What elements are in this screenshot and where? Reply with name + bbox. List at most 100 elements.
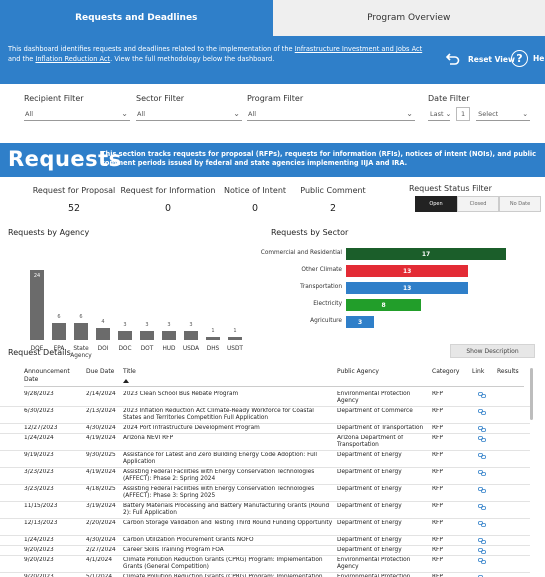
agency-bar-value: 24 [33,273,41,279]
kpi-noi: Notice of Intent 0 [222,186,288,214]
column-header-public-agency[interactable]: Public Agency [337,368,379,376]
agency-bar[interactable] [140,331,154,340]
column-header-results[interactable]: Results [497,368,519,376]
table-row[interactable]: 12/13/2023 2/20/2024 Carbon Storage Valida… [0,519,530,536]
agency-bar[interactable] [96,328,110,340]
title-cell: Assistance for Latest and Zero Building … [123,452,317,465]
sector-category-label: Commercial and Residential [260,250,342,256]
intro-text-part: This dashboard identifies requests and d… [8,45,295,53]
reset-view-button[interactable]: Reset View [444,50,515,68]
date-mode-select[interactable]: Last ⌄ [428,107,451,121]
status-no-date-button[interactable]: No Date [499,196,541,212]
date-unit-select[interactable]: Select ⌄ [476,107,531,121]
link-icon[interactable] [478,538,486,544]
table-row[interactable]: 3/23/2023 4/18/2025 Assisting Federal Faci… [0,485,530,502]
kpi-label: Request for Information [120,186,216,195]
agency-bar[interactable] [30,270,44,340]
tab-requests-and-deadlines[interactable]: Requests and Deadlines [0,0,273,36]
help-button[interactable]: ? Help [511,50,545,67]
agency-cell: Department of Energy [337,469,402,475]
recipient-filter-value: All [25,109,34,118]
sector-bar[interactable]: 13 [346,282,469,294]
link-icon[interactable] [478,453,486,459]
link-icon[interactable] [478,521,486,527]
date-mode-value: Last [430,109,444,118]
table-row[interactable]: 6/30/2023 2/13/2024 2023 Inflation Reducti… [0,407,530,424]
agency-bar[interactable] [118,331,132,340]
link-icon[interactable] [478,436,486,442]
table-row[interactable]: 9/20/2023 2/27/2024 Career Skills Training… [0,546,530,556]
table-row[interactable]: 1/24/2023 4/30/2024 Carbon Utilization Pro… [0,536,530,546]
request-details-title: Request Details [8,348,71,357]
link-icon[interactable] [478,504,486,510]
sector-bar[interactable]: 3 [346,316,375,328]
link-icon[interactable] [478,548,486,554]
sort-ascending-icon[interactable] [123,379,129,383]
agency-category-label: DOC [118,346,132,352]
table-row[interactable]: 11/15/2023 3/19/2024 Battery Materials Pro… [0,502,530,519]
table-row[interactable]: 1/24/2024 4/19/2024 Arizona NEVI RFP Arizon… [0,434,530,451]
requests-section-header: Requests This section tracks requests fo… [0,143,545,177]
table-scrollbar[interactable] [530,368,533,420]
table-row[interactable]: 12/27/2023 4/30/2024 2024 Port Infrastruct… [0,424,530,434]
show-description-button[interactable]: Show Description [450,344,535,358]
title-cell: Arizona NEVI RFP [123,435,173,441]
announcement-date-cell: 3/23/2023 [24,469,54,475]
status-open-button[interactable]: Open [415,196,457,212]
program-filter-select[interactable]: All ⌄ [247,107,415,121]
agency-category-label: State Agency [70,346,92,359]
category-cell: RFP [432,537,443,543]
tab-program-overview[interactable]: Program Overview [272,0,545,36]
recipient-filter-select[interactable]: All ⌄ [24,107,130,121]
ira-link[interactable]: Inflation Reduction Act [35,55,110,63]
sector-category-label: Electricity [313,301,342,307]
table-row[interactable]: 9/20/2023 4/1/2024 Climate Pollution Reduc… [0,556,530,573]
agency-category-label: DHS [206,346,220,352]
program-filter: Program Filter All ⌄ [247,94,415,121]
announcement-date-cell: 3/23/2023 [24,486,54,492]
column-header-title[interactable]: Title [123,368,136,376]
agency-bar[interactable] [52,322,66,340]
column-header-category[interactable]: Category [432,368,459,376]
agency-bar[interactable] [184,331,198,340]
agency-bar[interactable] [228,337,242,340]
link-icon[interactable] [478,470,486,476]
sector-bar[interactable]: 8 [346,299,422,311]
category-cell: RFP [432,391,443,397]
chevron-down-icon: ⌄ [121,109,128,118]
table-row[interactable]: 9/19/2023 9/30/2025 Assistance for Latest … [0,451,530,468]
table-row[interactable]: 3/23/2023 4/19/2024 Assisting Federal Faci… [0,468,530,485]
title-cell: Carbon Storage Validation and Testing Th… [123,520,333,526]
column-header-due-date[interactable]: Due Date [86,368,114,376]
link-icon[interactable] [478,426,486,432]
agency-bar-value: 6 [79,313,83,320]
iija-link[interactable]: Infrastructure Investment and Jobs Act [295,45,422,53]
table-row[interactable]: 9/20/2023 5/1/2024 Climate Pollution Reduc… [0,573,530,577]
agency-bar-value: 3 [145,322,149,329]
sector-bar[interactable]: 13 [346,265,469,277]
column-header-link[interactable]: Link [472,368,484,376]
link-icon[interactable] [478,558,486,564]
date-number-input[interactable]: 1 [456,107,471,121]
recipient-filter: Recipient Filter All ⌄ [24,94,130,121]
link-icon[interactable] [478,392,486,398]
agency-chart-title: Requests by Agency [8,228,90,237]
sector-filter-select[interactable]: All ⌄ [136,107,242,121]
announcement-date-cell: 1/24/2023 [24,537,54,543]
link-icon[interactable] [478,409,486,415]
agency-bar[interactable] [206,337,220,340]
column-header-announcement-date[interactable]: Announcement Date [24,368,70,383]
due-date-cell: 4/30/2024 [86,425,116,431]
agency-cell: Department of Energy [337,520,402,526]
sector-bar[interactable]: 17 [346,248,506,260]
announcement-date-cell: 12/13/2023 [24,520,58,526]
table-row[interactable]: 9/28/2023 2/14/2024 2023 Clean School Bus … [0,390,530,407]
agency-bar[interactable] [162,331,176,340]
agency-bar[interactable] [74,322,88,340]
announcement-date-cell: 11/15/2023 [24,503,58,509]
due-date-cell: 4/30/2024 [86,537,116,543]
title-cell: Career Skills Training Program FOA [123,547,224,553]
kpi-label: Public Comment [300,186,366,195]
link-icon[interactable] [478,487,486,493]
status-closed-button[interactable]: Closed [457,196,499,212]
